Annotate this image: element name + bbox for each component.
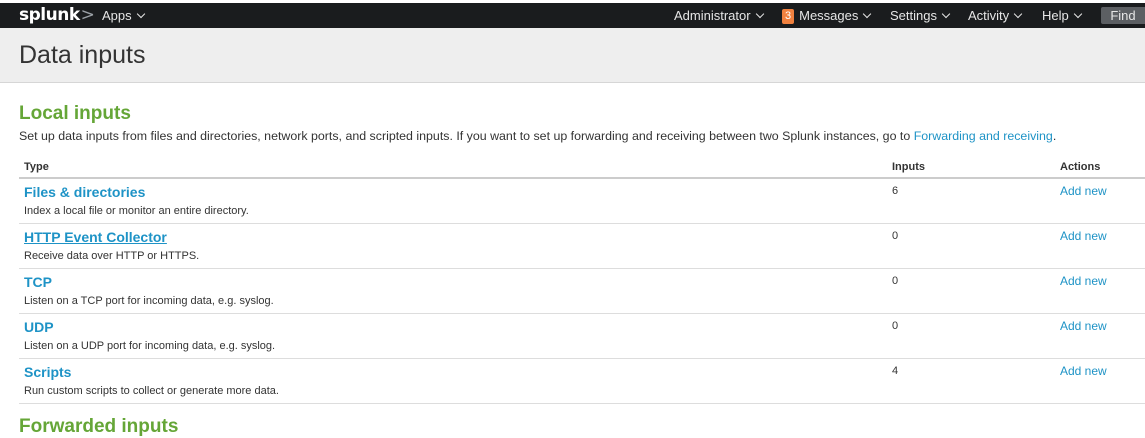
messages-menu-label: Messages — [799, 8, 859, 23]
table-row: Files & directories Index a local file o… — [19, 179, 1145, 224]
table-row: UDP Listen on a UDP port for incoming da… — [19, 314, 1145, 359]
local-inputs-heading: Local inputs — [19, 103, 131, 124]
messages-menu[interactable]: 3 Messages — [782, 3, 872, 28]
activity-menu-label: Activity — [968, 8, 1010, 23]
description-period: . — [1052, 129, 1057, 143]
local-inputs-description: Set up data inputs from files and direct… — [19, 128, 1056, 144]
activity-menu[interactable]: Activity — [968, 3, 1023, 28]
messages-count-badge: 3 — [782, 9, 795, 24]
splunk-logo[interactable]: splunk> — [19, 4, 95, 26]
logo-chevron-icon: > — [80, 5, 95, 25]
chevron-down-icon — [941, 9, 951, 19]
page-title: Data inputs — [19, 41, 146, 69]
chevron-down-icon — [136, 9, 145, 19]
row-description: Listen on a TCP port for incoming data, … — [24, 295, 274, 307]
inputs-count: 0 — [892, 230, 899, 242]
row-description: Run custom scripts to collect or generat… — [24, 385, 279, 397]
inputs-count: 4 — [892, 365, 899, 377]
row-description: Receive data over HTTP or HTTPS. — [24, 250, 200, 262]
local-inputs-table: Type Inputs Actions Files & directories … — [19, 158, 1145, 404]
table-row: TCP Listen on a TCP port for incoming da… — [19, 269, 1145, 314]
add-new-link[interactable]: Add new — [1060, 319, 1107, 333]
column-header-actions: Actions — [1060, 161, 1101, 173]
chevron-down-icon — [1073, 9, 1082, 19]
apps-menu[interactable]: Apps — [102, 3, 145, 28]
row-description: Index a local file or monitor an entire … — [24, 205, 249, 217]
settings-menu-label: Settings — [890, 8, 937, 23]
files-directories-link[interactable]: Files & directories — [24, 183, 145, 201]
add-new-link[interactable]: Add new — [1060, 229, 1107, 243]
settings-menu[interactable]: Settings — [890, 3, 951, 28]
table-header: Type Inputs Actions — [19, 158, 1145, 179]
forwarding-and-receiving-link[interactable]: Forwarding and receiving — [914, 129, 1053, 143]
http-event-collector-link[interactable]: HTTP Event Collector — [24, 228, 167, 246]
inputs-count: 0 — [892, 320, 899, 332]
column-header-inputs: Inputs — [892, 161, 925, 173]
help-menu[interactable]: Help — [1042, 3, 1082, 28]
inputs-count: 6 — [892, 185, 899, 197]
help-menu-label: Help — [1042, 8, 1069, 23]
add-new-link[interactable]: Add new — [1060, 184, 1107, 198]
scripts-link[interactable]: Scripts — [24, 363, 71, 381]
tcp-link[interactable]: TCP — [24, 273, 52, 291]
add-new-link[interactable]: Add new — [1060, 274, 1107, 288]
chevron-down-icon — [863, 9, 872, 19]
top-navbar: splunk> Apps Administrator 3 Messages Set… — [0, 3, 1145, 28]
column-header-type: Type — [24, 161, 49, 173]
inputs-count: 0 — [892, 275, 899, 287]
logo-text: splunk — [19, 5, 80, 25]
row-description: Listen on a UDP port for incoming data, … — [24, 340, 276, 352]
page-header: Data inputs — [0, 28, 1145, 83]
chevron-down-icon — [1013, 9, 1023, 19]
user-menu[interactable]: Administrator — [674, 3, 764, 28]
description-text: Set up data inputs from files and direct… — [19, 129, 914, 143]
udp-link[interactable]: UDP — [24, 318, 54, 336]
table-row: HTTP Event Collector Receive data over H… — [19, 224, 1145, 269]
apps-menu-label: Apps — [102, 8, 132, 23]
chevron-down-icon — [755, 9, 764, 19]
find-search-button[interactable]: Find — [1101, 7, 1145, 24]
add-new-link[interactable]: Add new — [1060, 364, 1107, 378]
user-menu-label: Administrator — [674, 8, 751, 23]
forwarded-inputs-heading: Forwarded inputs — [19, 416, 179, 437]
table-row: Scripts Run custom scripts to collect or… — [19, 359, 1145, 404]
